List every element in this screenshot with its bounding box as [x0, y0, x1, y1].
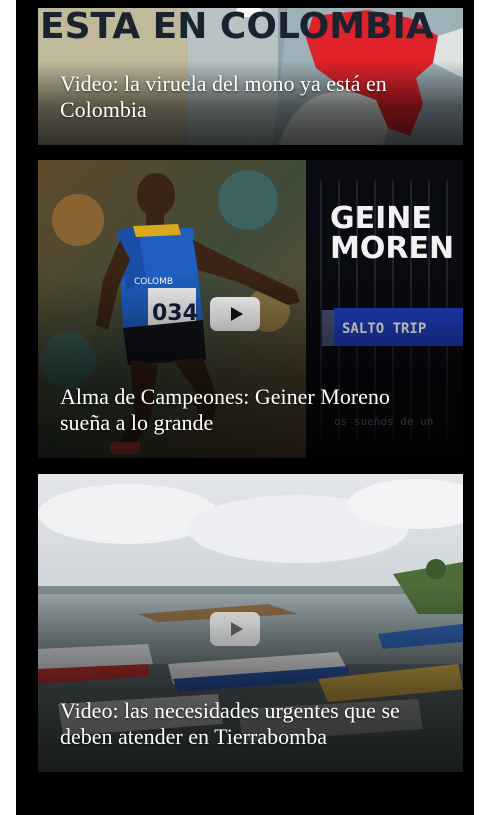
play-icon [230, 307, 243, 321]
video-feed: ESTA EN COLOMBIA Video: la viruela del m… [16, 0, 474, 815]
thumbnail-headline: ESTA EN COLOMBIA [40, 8, 434, 47]
thumbnail-name-bottom: MOREN [330, 231, 454, 266]
play-button[interactable] [210, 297, 260, 331]
shirt-text: COLOMB [134, 277, 173, 287]
video-title[interactable]: Alma de Campeones: Geiner Moreno sueña a… [60, 384, 443, 436]
play-icon [230, 622, 243, 636]
video-card[interactable]: GEINE MOREN SALTO TRIP os sueños de un 0… [38, 160, 463, 458]
video-card[interactable]: Video: las necesidades urgentes que se d… [38, 474, 463, 772]
play-button[interactable] [210, 612, 260, 646]
thumbnail-banner: SALTO TRIP [342, 321, 426, 337]
video-card[interactable]: ESTA EN COLOMBIA Video: la viruela del m… [38, 8, 463, 145]
video-title[interactable]: Video: las necesidades urgentes que se d… [60, 698, 443, 750]
video-title[interactable]: Video: la viruela del mono ya está en Co… [60, 71, 443, 123]
